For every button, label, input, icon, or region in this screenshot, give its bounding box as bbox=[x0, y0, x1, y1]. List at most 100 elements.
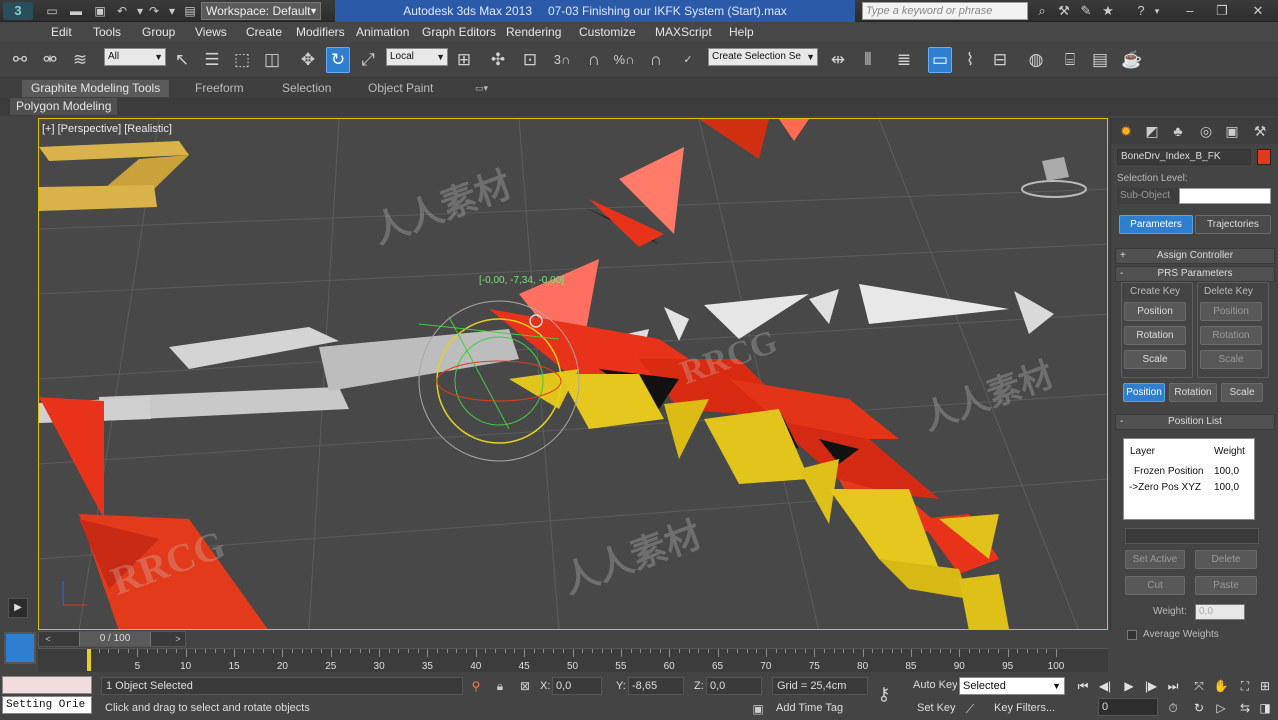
sub-object-button[interactable]: Sub-Object bbox=[1117, 188, 1179, 204]
next-key-icon[interactable]: |▶ bbox=[1142, 677, 1160, 695]
zoom-region-icon[interactable]: ⛶ bbox=[1236, 677, 1254, 695]
menu-customize[interactable]: Customize bbox=[579, 25, 636, 39]
create-scale-key-button[interactable]: Scale bbox=[1124, 350, 1186, 369]
track-bar[interactable]: 5 10 15 20 25 30 35 40 45 50 55 60 65 70 75 80 85 90 95 100 bbox=[38, 648, 1108, 672]
snaps-toggle-icon[interactable]: 3∩ bbox=[550, 47, 574, 73]
open-file-icon[interactable]: ▬ bbox=[68, 3, 84, 19]
search-input[interactable]: Type a keyword or phrase bbox=[862, 2, 1028, 20]
favorites-star-icon[interactable]: ★ bbox=[1100, 3, 1116, 19]
select-and-scale-icon[interactable]: ⤢ bbox=[356, 47, 380, 73]
menu-edit[interactable]: Edit bbox=[51, 25, 72, 39]
maximize-viewport-icon[interactable]: ⊞ bbox=[1256, 677, 1274, 695]
display-tab-icon[interactable]: ▣ bbox=[1221, 121, 1243, 141]
delete-scale-key-button[interactable]: Scale bbox=[1200, 350, 1262, 369]
scale-mode-button[interactable]: Scale bbox=[1221, 383, 1263, 402]
menu-create[interactable]: Create bbox=[246, 25, 282, 39]
delete-layer-button[interactable]: Delete bbox=[1195, 550, 1257, 569]
minimize-icon[interactable]: – bbox=[1182, 3, 1198, 19]
paste-button[interactable]: Paste bbox=[1195, 576, 1257, 595]
layer-name-field[interactable] bbox=[1125, 528, 1259, 544]
tab-object-paint[interactable]: Object Paint bbox=[359, 80, 442, 97]
menu-group[interactable]: Group bbox=[142, 25, 175, 39]
reference-coordinate-dropdown[interactable]: Local ▼ bbox=[386, 48, 448, 66]
walkthrough-icon[interactable]: ⇆ bbox=[1236, 699, 1254, 717]
binoculars-icon[interactable]: ⌕ bbox=[1034, 3, 1050, 19]
set-active-button[interactable]: Set Active bbox=[1125, 550, 1185, 569]
keyboard-shortcut-override-icon[interactable]: ⊡ bbox=[518, 47, 542, 73]
default-in-out-tangent-icon[interactable]: ⟋ bbox=[962, 701, 978, 717]
tab-selection[interactable]: Selection bbox=[273, 80, 340, 97]
zoom-extents-icon[interactable]: ⤧ bbox=[1190, 677, 1208, 695]
menu-modifiers[interactable]: Modifiers bbox=[296, 25, 345, 39]
menu-graph-editors[interactable]: Graph Editors bbox=[422, 25, 496, 39]
layer-manager-icon[interactable]: ≣ bbox=[892, 47, 916, 73]
new-file-icon[interactable]: ▭ bbox=[44, 3, 60, 19]
menu-tools[interactable]: Tools bbox=[93, 25, 121, 39]
isolate-selection-icon[interactable]: ⚲ bbox=[468, 678, 484, 694]
current-frame-field[interactable]: 0 bbox=[1098, 698, 1158, 716]
next-frame-icon[interactable]: > bbox=[171, 632, 185, 646]
motion-tab-icon[interactable]: ◎ bbox=[1195, 121, 1217, 141]
perspective-viewport[interactable]: [+] [Perspective] [Realistic] [-0,00, -7… bbox=[38, 118, 1108, 630]
menu-maxscript[interactable]: MAXScript bbox=[655, 25, 712, 39]
previous-frame-icon[interactable]: < bbox=[41, 632, 55, 646]
mirror-icon[interactable]: ⇹ bbox=[826, 47, 850, 73]
workspace-dropdown[interactable]: Workspace: Default ▼ bbox=[201, 2, 321, 20]
orbit-icon[interactable]: ↻ bbox=[1190, 699, 1208, 717]
go-to-end-icon[interactable]: ⏭ bbox=[1164, 677, 1182, 695]
window-crossing-icon[interactable]: ◫ bbox=[260, 47, 284, 73]
communication-center-icon[interactable]: ✎ bbox=[1078, 3, 1094, 19]
time-slider[interactable]: < 0 / 100 > bbox=[38, 631, 186, 647]
absolute-mode-icon[interactable]: ⊠ bbox=[517, 678, 533, 694]
graphite-toggle-icon[interactable]: ▭ bbox=[928, 47, 952, 73]
render-setup-icon[interactable]: ⌸ bbox=[1058, 47, 1082, 73]
material-editor-icon[interactable]: ◍ bbox=[1024, 47, 1048, 73]
selection-lock-icon[interactable]: 🔒︎ bbox=[492, 678, 508, 694]
go-to-start-icon[interactable]: ⏮ bbox=[1074, 677, 1092, 695]
set-key-button[interactable]: Set Key bbox=[913, 700, 957, 718]
menu-help[interactable]: Help bbox=[729, 25, 754, 39]
auto-key-button[interactable]: Auto Key bbox=[909, 677, 957, 695]
tab-freeform[interactable]: Freeform bbox=[186, 80, 253, 97]
select-object-icon[interactable]: ↖ bbox=[170, 47, 194, 73]
edit-named-selection-icon[interactable]: ✓ bbox=[676, 47, 700, 73]
prs-parameters-rollout[interactable]: - PRS Parameters bbox=[1115, 266, 1275, 282]
pan-view-icon[interactable]: ✋ bbox=[1212, 677, 1230, 695]
previous-key-icon[interactable]: ◀| bbox=[1096, 677, 1114, 695]
tab-graphite-modeling-tools[interactable]: Graphite Modeling Tools bbox=[22, 80, 170, 97]
position-mode-button[interactable]: Position bbox=[1123, 383, 1165, 402]
close-icon[interactable]: ✕ bbox=[1250, 3, 1266, 19]
create-position-key-button[interactable]: Position bbox=[1124, 302, 1186, 321]
play-animation-icon[interactable]: ▶ bbox=[1120, 677, 1138, 695]
schematic-view-icon[interactable]: ⊟ bbox=[988, 47, 1012, 73]
curve-editor-icon[interactable]: ⌇ bbox=[958, 47, 982, 73]
maxscript-mini-listener[interactable]: Setting Orie bbox=[2, 696, 92, 714]
z-coordinate-field[interactable]: 0,0 bbox=[706, 677, 762, 695]
add-time-tag-button[interactable]: Add Time Tag bbox=[772, 700, 868, 718]
percent-snap-icon[interactable]: %∩ bbox=[612, 47, 636, 73]
app-logo-icon[interactable]: 3 bbox=[3, 2, 33, 20]
help-dropdown-icon[interactable]: ▾ bbox=[1149, 3, 1165, 19]
sub-object-dropdown[interactable] bbox=[1179, 188, 1271, 204]
key-mode-dropdown[interactable]: Selected ▼ bbox=[959, 677, 1065, 695]
rectangular-selection-icon[interactable]: ⬚ bbox=[230, 47, 254, 73]
expand-ribbon-icon[interactable]: ▶ bbox=[8, 598, 28, 618]
x-coordinate-field[interactable]: 0,0 bbox=[552, 677, 602, 695]
time-tag-icon[interactable]: ▣ bbox=[750, 701, 766, 717]
position-list-rollout[interactable]: - Position List bbox=[1115, 414, 1275, 430]
object-name-field[interactable]: BoneDrv_Index_B_FK bbox=[1117, 149, 1251, 165]
select-by-name-icon[interactable]: ☰ bbox=[200, 47, 224, 73]
redo-dropdown-icon[interactable]: ▾ bbox=[164, 3, 180, 19]
create-tab-icon[interactable]: ✹ bbox=[1115, 121, 1137, 141]
ribbon-options-icon[interactable]: ▭▾ bbox=[466, 80, 497, 97]
unlink-icon[interactable]: ⚮ bbox=[38, 47, 62, 73]
restore-icon[interactable]: ❐ bbox=[1214, 3, 1230, 19]
save-file-icon[interactable]: ▣ bbox=[92, 3, 108, 19]
cut-button[interactable]: Cut bbox=[1125, 576, 1185, 595]
mini-curve-editor-toggle[interactable] bbox=[4, 632, 36, 664]
utilities-tab-icon[interactable]: ⚒ bbox=[1249, 121, 1271, 141]
maxscript-listener-top[interactable] bbox=[2, 676, 92, 694]
hierarchy-tab-icon[interactable]: ♣ bbox=[1167, 121, 1189, 141]
render-production-icon[interactable]: ☕ bbox=[1120, 47, 1144, 73]
trajectories-button[interactable]: Trajectories bbox=[1195, 215, 1271, 234]
